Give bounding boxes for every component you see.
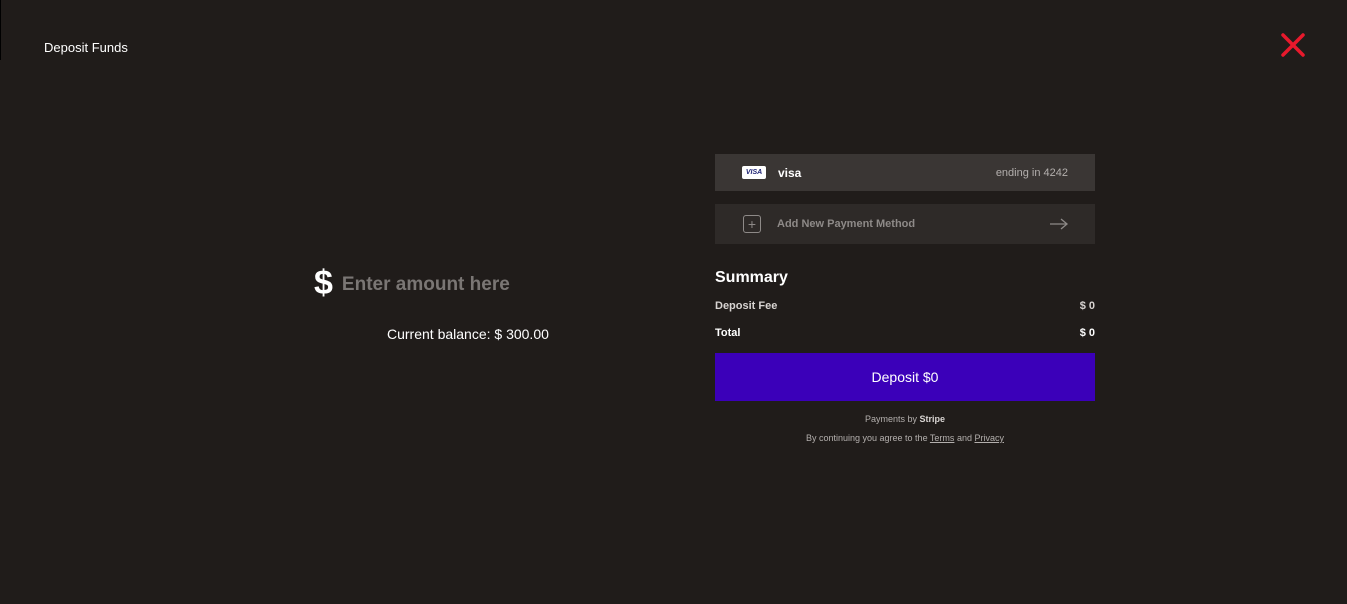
page-title: Deposit Funds bbox=[44, 40, 128, 55]
deposit-button[interactable]: Deposit $0 bbox=[715, 353, 1095, 401]
terms-link[interactable]: Terms bbox=[930, 433, 955, 443]
total-value: $ 0 bbox=[1079, 327, 1095, 339]
payment-provider: Stripe bbox=[919, 414, 946, 424]
payments-by-text: Payments by Stripe bbox=[715, 414, 1095, 424]
visa-card-icon: VISA bbox=[742, 166, 766, 179]
amount-entry: $ bbox=[314, 266, 622, 300]
arrow-right-icon bbox=[1049, 218, 1069, 230]
total-row: Total $ 0 bbox=[715, 327, 1095, 339]
fee-label: Deposit Fee bbox=[715, 300, 778, 312]
current-balance: Current balance: $ 300.00 bbox=[387, 326, 549, 342]
add-payment-method-label: Add New Payment Method bbox=[777, 218, 916, 230]
amount-input[interactable] bbox=[341, 274, 622, 296]
close-icon[interactable] bbox=[1279, 32, 1307, 58]
saved-card-visa[interactable]: VISA visa ending in 4242 bbox=[715, 154, 1095, 191]
total-label: Total bbox=[715, 327, 741, 339]
agree-prefix: By continuing you agree to the bbox=[805, 433, 928, 443]
edge-divider bbox=[0, 0, 1, 60]
payment-panel: VISA visa ending in 4242 + Add New Payme… bbox=[715, 154, 1095, 443]
card-ending: ending in 4242 bbox=[995, 166, 1068, 179]
summary-title: Summary bbox=[715, 269, 788, 286]
plus-square-icon: + bbox=[743, 215, 761, 233]
currency-symbol: $ bbox=[314, 264, 333, 302]
deposit-fee-row: Deposit Fee $ 0 bbox=[715, 300, 1095, 312]
add-payment-method-button[interactable]: + Add New Payment Method bbox=[715, 204, 1095, 244]
agreement-text: By continuing you agree to the Terms and… bbox=[715, 433, 1095, 443]
and-text: and bbox=[956, 433, 972, 443]
deposit-page: Deposit Funds $ Current balance: $ 300.0… bbox=[0, 0, 1347, 604]
privacy-link[interactable]: Privacy bbox=[974, 433, 1004, 443]
fee-value: $ 0 bbox=[1079, 300, 1095, 312]
payments-by-label: Payments by bbox=[864, 414, 917, 424]
card-brand: visa bbox=[778, 165, 802, 180]
